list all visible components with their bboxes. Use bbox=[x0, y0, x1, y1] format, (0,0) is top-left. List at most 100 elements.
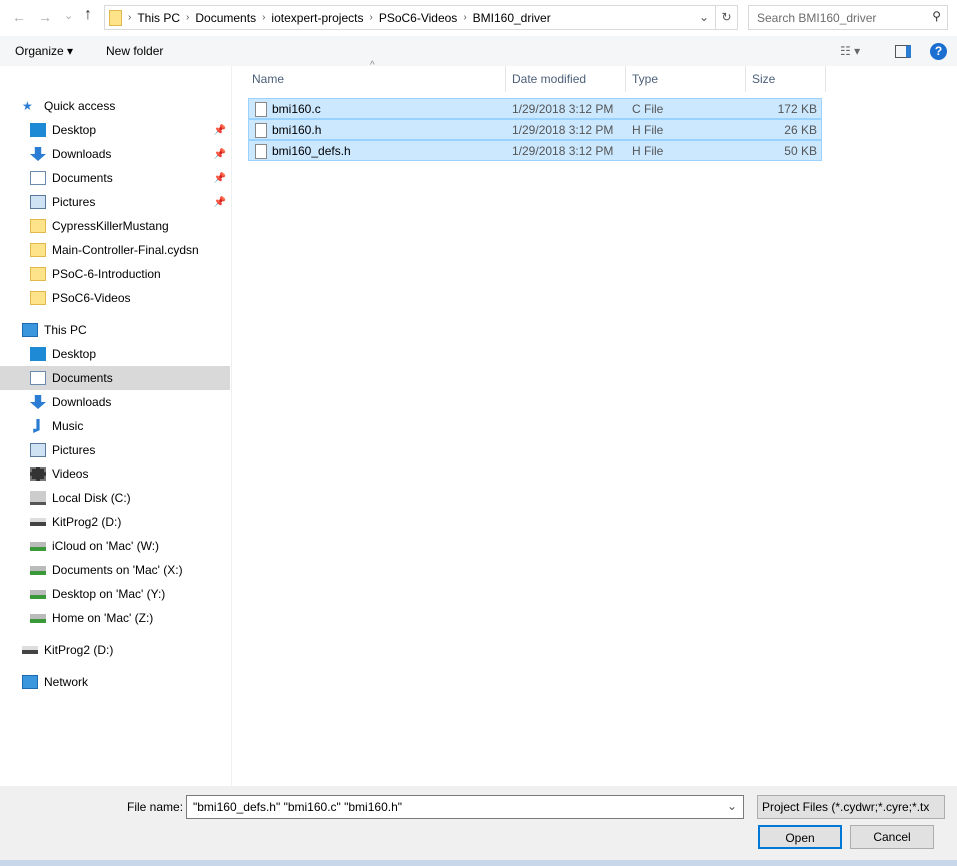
sidebar-item-desktop[interactable]: Desktop 📌 bbox=[0, 118, 230, 142]
pictures-icon bbox=[30, 443, 46, 457]
new-folder-button[interactable]: New folder bbox=[106, 44, 163, 58]
search-placeholder: Search BMI160_driver bbox=[757, 11, 877, 25]
breadcrumb-documents[interactable]: Documents bbox=[195, 11, 256, 25]
back-button[interactable]: ← bbox=[12, 9, 26, 25]
sidebar-item-documents-on-mac-x-[interactable]: Documents on 'Mac' (X:) bbox=[0, 558, 230, 582]
music-icon bbox=[33, 419, 40, 433]
folder-icon bbox=[30, 291, 46, 305]
background-window-strip bbox=[0, 860, 957, 866]
column-size[interactable]: Size bbox=[746, 66, 826, 92]
file-icon bbox=[255, 102, 267, 117]
sidebar-item-documents[interactable]: Documents bbox=[0, 366, 230, 390]
network-icon bbox=[22, 675, 38, 689]
sidebar-item-label: PSoC6-Videos bbox=[52, 291, 131, 305]
sidebar-item-home-on-mac-z-[interactable]: Home on 'Mac' (Z:) bbox=[0, 606, 230, 630]
pin-icon[interactable]: 📌 bbox=[214, 149, 226, 160]
breadcrumb-iotexpert-projects[interactable]: iotexpert-projects bbox=[271, 11, 363, 25]
videos-icon bbox=[30, 467, 46, 481]
sidebar-item-cypresskillermustang[interactable]: CypressKillerMustang bbox=[0, 214, 230, 238]
sidebar-item-music[interactable]: Music bbox=[0, 414, 230, 438]
organize-button[interactable]: Organize ▾ bbox=[15, 44, 73, 58]
sidebar-item-label: KitProg2 (D:) bbox=[52, 515, 122, 529]
sidebar-item-label: Network bbox=[44, 675, 89, 689]
sidebar-item-local-disk-c-[interactable]: Local Disk (C:) bbox=[0, 486, 230, 510]
pin-icon[interactable]: 📌 bbox=[214, 197, 226, 208]
sidebar-item-videos[interactable]: Videos bbox=[0, 462, 230, 486]
sidebar-item-psoc6-videos[interactable]: PSoC6-Videos bbox=[0, 286, 230, 310]
search-icon[interactable]: ⚲ bbox=[932, 9, 941, 23]
up-button[interactable]: ↑ bbox=[84, 6, 92, 24]
sidebar-item-kitprog2-d-[interactable]: KitProg2 (D:) bbox=[0, 638, 230, 662]
file-icon bbox=[255, 144, 267, 159]
sidebar-item-this-pc[interactable]: This PC bbox=[0, 318, 230, 342]
sidebar-item-main-controller-final-cydsn[interactable]: Main-Controller-Final.cydsn bbox=[0, 238, 230, 262]
sidebar-item-label: KitProg2 (D:) bbox=[44, 643, 114, 657]
chevron-down-icon[interactable]: ⌄ bbox=[727, 799, 737, 813]
sidebar-item-label: Documents bbox=[52, 371, 113, 385]
preview-pane-icon[interactable] bbox=[895, 45, 911, 58]
star-icon: ★ bbox=[22, 99, 33, 113]
sidebar-item-label: Pictures bbox=[52, 195, 96, 209]
file-row[interactable]: bmi160.c 1/29/2018 3:12 PM C File 172 KB bbox=[248, 98, 822, 119]
desktop-icon bbox=[30, 347, 46, 361]
column-date-modified[interactable]: Date modified bbox=[506, 66, 626, 92]
desktop-icon bbox=[30, 123, 46, 137]
sidebar-item-desktop-on-mac-y-[interactable]: Desktop on 'Mac' (Y:) bbox=[0, 582, 230, 606]
sidebar-item-documents[interactable]: Documents 📌 bbox=[0, 166, 230, 190]
downloads-icon bbox=[30, 395, 46, 409]
sidebar-item-desktop[interactable]: Desktop bbox=[0, 342, 230, 366]
file-row[interactable]: bmi160.h 1/29/2018 3:12 PM H File 26 KB bbox=[248, 119, 822, 140]
forward-button[interactable]: → bbox=[38, 9, 52, 25]
breadcrumb-psoc6-videos[interactable]: PSoC6-Videos bbox=[379, 11, 458, 25]
file-name: bmi160.h bbox=[272, 123, 322, 137]
sidebar-item-icloud-on-mac-w-[interactable]: iCloud on 'Mac' (W:) bbox=[0, 534, 230, 558]
pin-icon[interactable]: 📌 bbox=[214, 173, 226, 184]
documents-icon bbox=[30, 371, 46, 385]
chevron-down-icon[interactable]: ⌄ bbox=[699, 10, 709, 24]
sidebar-item-label: Pictures bbox=[52, 443, 96, 457]
network-drive-icon bbox=[30, 613, 46, 623]
column-type[interactable]: Type bbox=[626, 66, 746, 92]
file-type: H File bbox=[632, 123, 664, 137]
sidebar-item-downloads[interactable]: Downloads bbox=[0, 390, 230, 414]
column-name[interactable]: Name bbox=[246, 66, 506, 92]
file-type-value: Project Files (*.cydwr;*.cyre;*.tx bbox=[762, 800, 930, 814]
sidebar-item-psoc-6-introduction[interactable]: PSoC-6-Introduction bbox=[0, 262, 230, 286]
file-type: C File bbox=[632, 102, 664, 116]
column-headers: ^ Name Date modified Type Size bbox=[246, 60, 946, 92]
file-type-select[interactable]: Project Files (*.cydwr;*.cyre;*.tx bbox=[757, 795, 945, 819]
sidebar-item-label: iCloud on 'Mac' (W:) bbox=[52, 539, 160, 553]
sidebar-item-label: Desktop bbox=[52, 347, 97, 361]
open-button[interactable]: Open bbox=[758, 825, 842, 849]
sidebar-item-kitprog2-d-[interactable]: KitProg2 (D:) bbox=[0, 510, 230, 534]
sidebar-item-pictures[interactable]: Pictures 📌 bbox=[0, 190, 230, 214]
pin-icon[interactable]: 📌 bbox=[214, 125, 226, 136]
address-bar[interactable]: › This PC › Documents › iotexpert-projects … bbox=[104, 5, 716, 30]
folder-icon bbox=[109, 9, 122, 26]
file-date: 1/29/2018 3:12 PM bbox=[512, 102, 614, 116]
sidebar-item-quick-access[interactable]: ★ Quick access bbox=[0, 94, 230, 118]
breadcrumb-this-pc[interactable]: This PC bbox=[137, 11, 180, 25]
file-row[interactable]: bmi160_defs.h 1/29/2018 3:12 PM H File 50 K… bbox=[248, 140, 822, 161]
folder-icon bbox=[30, 219, 46, 233]
refresh-icon[interactable]: ↻ bbox=[716, 5, 738, 30]
sidebar-item-pictures[interactable]: Pictures bbox=[0, 438, 230, 462]
view-options-icon[interactable]: ☷ ▾ bbox=[840, 44, 860, 58]
sidebar-item-label: Music bbox=[52, 419, 84, 433]
sidebar-item-network[interactable]: Network bbox=[0, 670, 230, 694]
sidebar-item-label: Documents bbox=[52, 171, 113, 185]
help-icon[interactable]: ? bbox=[930, 43, 947, 60]
recent-locations-button[interactable]: ⌄ bbox=[64, 9, 73, 22]
file-name-input[interactable]: "bmi160_defs.h" "bmi160.c" "bmi160.h" ⌄ bbox=[186, 795, 744, 819]
search-input[interactable]: Search BMI160_driver ⚲ bbox=[748, 5, 948, 30]
file-size: 172 KB bbox=[777, 102, 817, 116]
breadcrumb-bmi160-driver[interactable]: BMI160_driver bbox=[473, 11, 551, 25]
cancel-button[interactable]: Cancel bbox=[850, 825, 934, 849]
sidebar-item-downloads[interactable]: Downloads 📌 bbox=[0, 142, 230, 166]
network-drive-icon bbox=[30, 565, 46, 575]
local-disk-icon bbox=[30, 491, 46, 505]
file-size: 26 KB bbox=[784, 123, 817, 137]
sidebar-item-label: Quick access bbox=[44, 99, 116, 113]
sidebar-item-label: Main-Controller-Final.cydsn bbox=[52, 243, 199, 257]
file-size: 50 KB bbox=[784, 144, 817, 158]
